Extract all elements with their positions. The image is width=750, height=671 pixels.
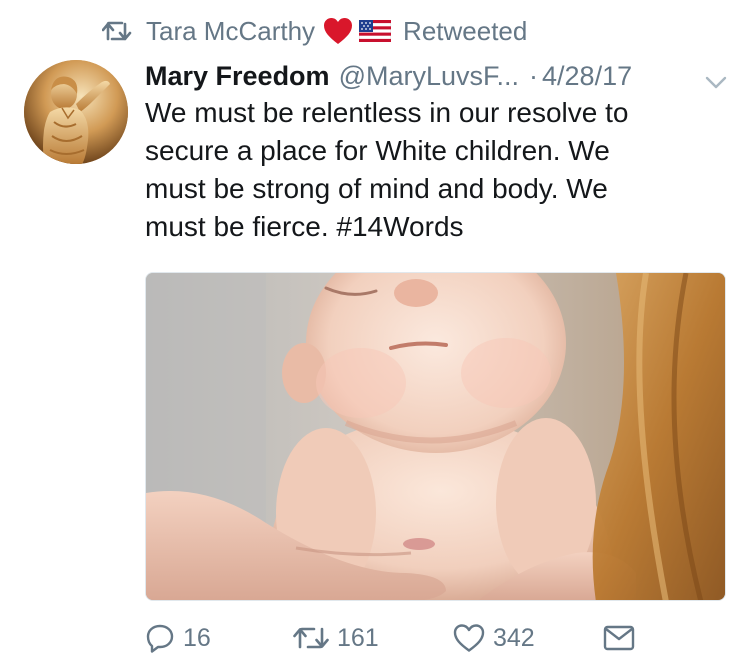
separator-dot: · bbox=[529, 60, 539, 91]
tweet-media-photo[interactable] bbox=[145, 272, 726, 601]
like-button[interactable]: 342 bbox=[453, 618, 535, 658]
tweet-text-line: secure a place for White children. We bbox=[145, 135, 610, 166]
tweet-text-line: We must be relentless in our resolve to bbox=[145, 97, 629, 128]
tweet-date[interactable]: 4/28/17 bbox=[542, 61, 632, 92]
like-count: 342 bbox=[493, 623, 535, 652]
direct-message-button[interactable] bbox=[603, 618, 635, 658]
retweet-icon bbox=[102, 20, 132, 42]
tweet-header: Mary Freedom @MaryLuvsF... · 4/28/17 bbox=[145, 58, 735, 94]
red-heart-emoji-icon bbox=[323, 17, 353, 45]
reply-count: 16 bbox=[183, 623, 211, 652]
tweet-text: We must be relentless in our resolve to … bbox=[145, 94, 725, 246]
chevron-down-icon[interactable] bbox=[705, 66, 727, 97]
reply-icon bbox=[145, 623, 175, 653]
envelope-icon bbox=[603, 625, 635, 651]
tweet-card: Tara McCarthy Retweeted Mary Freedom @Ma… bbox=[0, 0, 750, 671]
retweeted-label: Retweeted bbox=[403, 15, 528, 46]
heart-outline-icon bbox=[453, 623, 485, 653]
avatar[interactable] bbox=[24, 60, 128, 164]
tweet-text-line: must be fierce. #14Words bbox=[145, 211, 464, 242]
retweet-icon bbox=[293, 625, 329, 651]
tweet-text-line: must be strong of mind and body. We bbox=[145, 173, 608, 204]
retweet-button[interactable]: 161 bbox=[293, 618, 379, 658]
us-flag-emoji-icon bbox=[359, 20, 392, 42]
tweet-actions: 16 161 342 bbox=[145, 618, 735, 658]
reply-button[interactable]: 16 bbox=[145, 618, 211, 658]
retweeter-name[interactable]: Tara McCarthy bbox=[146, 16, 315, 47]
retweet-count: 161 bbox=[337, 623, 379, 652]
retweet-context: Tara McCarthy Retweeted bbox=[102, 14, 527, 48]
author-name[interactable]: Mary Freedom bbox=[145, 61, 330, 92]
author-handle[interactable]: @MaryLuvsF... bbox=[339, 61, 519, 92]
